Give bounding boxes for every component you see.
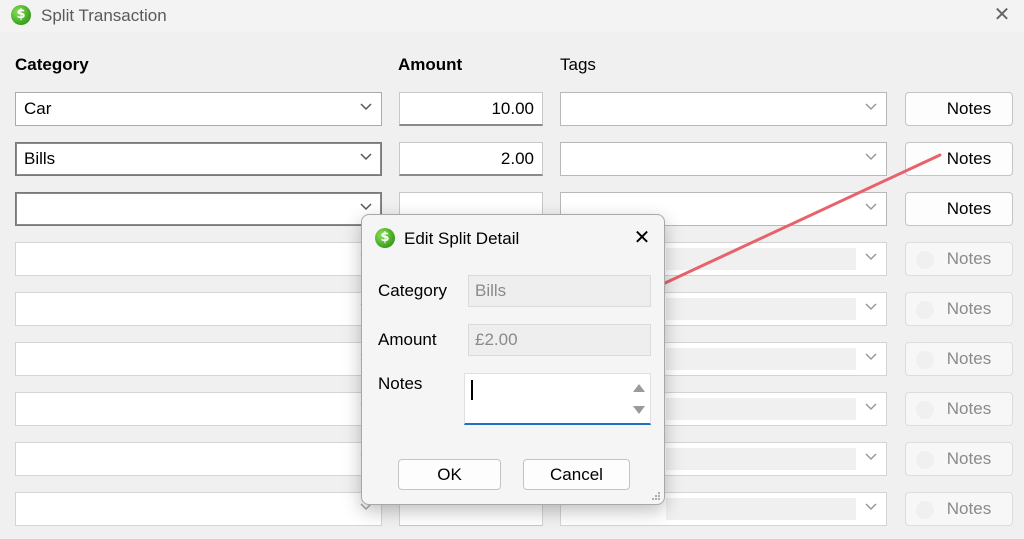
cancel-button[interactable]: Cancel — [523, 459, 630, 490]
dialog-title: Edit Split Detail — [404, 229, 520, 248]
scroll-up-icon[interactable] — [633, 384, 645, 392]
text-caret — [471, 380, 473, 400]
ok-button[interactable]: OK — [398, 459, 501, 490]
close-icon[interactable]: ✕ — [630, 226, 654, 250]
notes-textarea[interactable] — [464, 373, 651, 425]
category-field: Bills — [468, 275, 651, 307]
amount-label: Amount — [378, 330, 437, 349]
scroll-down-icon[interactable] — [633, 406, 645, 414]
category-label: Category — [378, 281, 447, 300]
amount-field: £2.00 — [468, 324, 651, 356]
notes-label: Notes — [378, 374, 423, 393]
resize-grip-icon[interactable] — [651, 491, 661, 501]
edit-split-dialog: $ Edit Split Detail ✕ Category Bills Amo… — [361, 214, 665, 505]
dollar-icon: $ — [375, 228, 395, 248]
